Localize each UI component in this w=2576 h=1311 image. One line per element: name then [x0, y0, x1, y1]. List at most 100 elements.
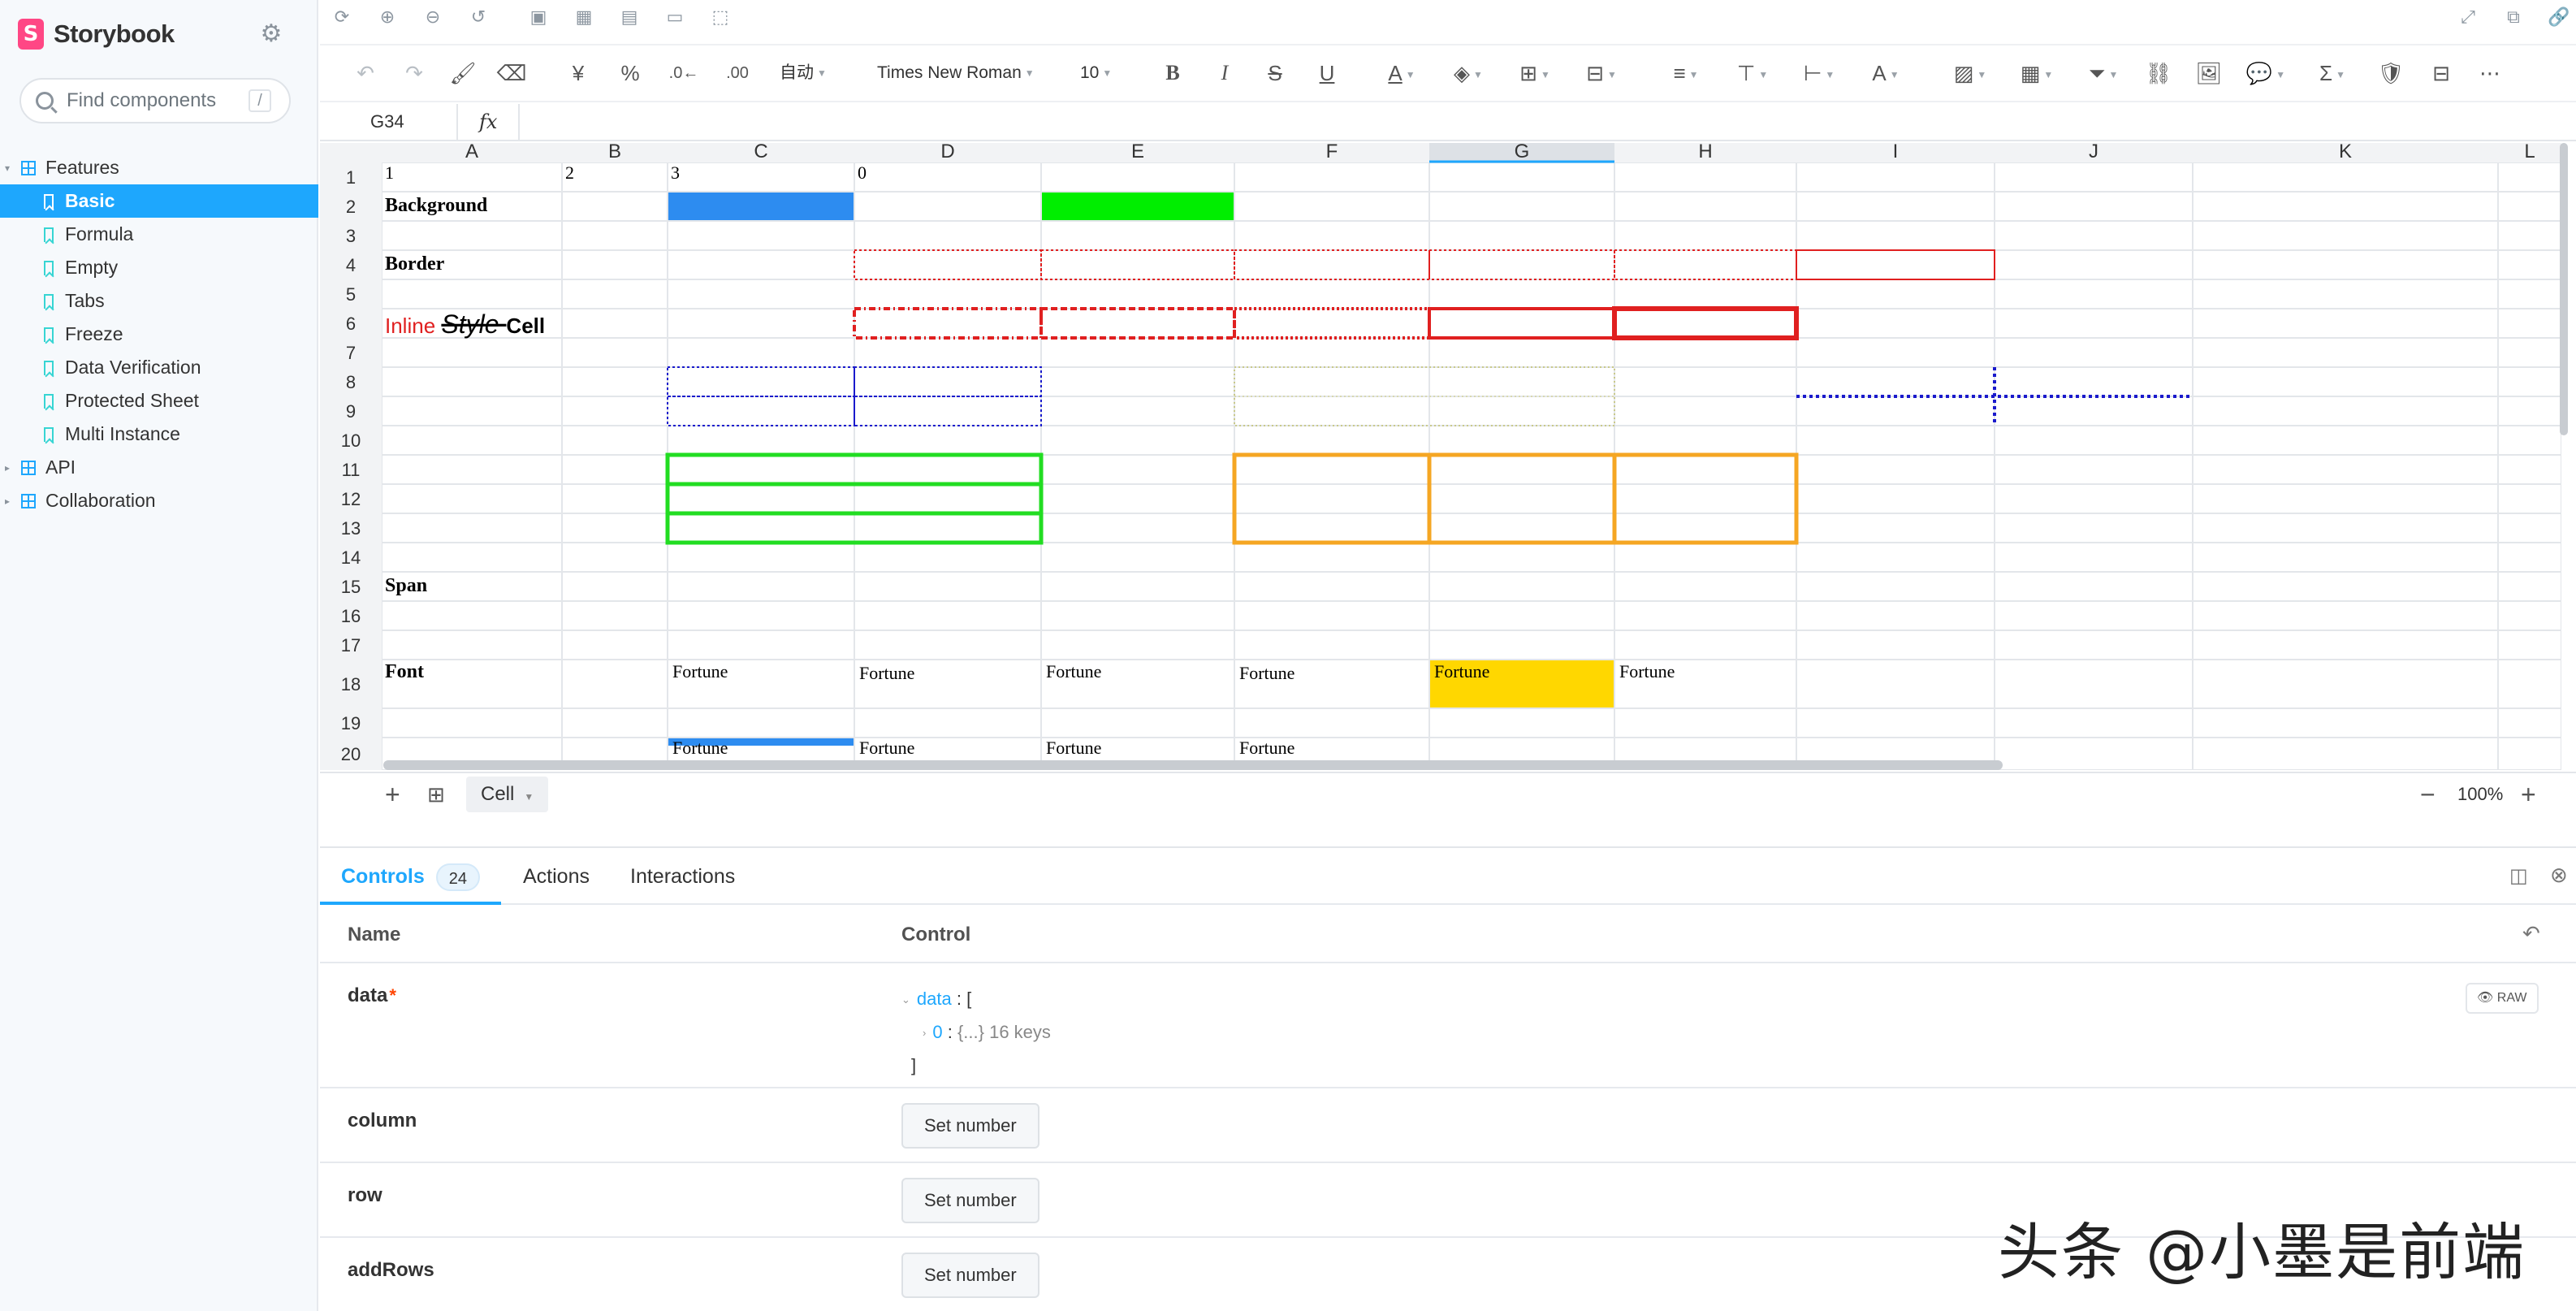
row-header-18[interactable]: 18: [341, 674, 361, 694]
row-header-10[interactable]: 10: [341, 431, 361, 451]
search-input[interactable]: [67, 89, 245, 112]
sidebar-story-item[interactable]: Freeze: [0, 318, 318, 351]
row-header-7[interactable]: 7: [346, 343, 356, 363]
formula-sum-icon[interactable]: Σ ▼: [2308, 55, 2357, 91]
fill-color-icon[interactable]: ◈ ▼: [1444, 55, 1493, 91]
row-header-11[interactable]: 11: [342, 460, 361, 480]
set-number-button[interactable]: Set number: [901, 1253, 1039, 1298]
tab-actions[interactable]: Actions: [523, 848, 590, 905]
font-family-dropdown[interactable]: Times New Roman ▼: [877, 55, 1035, 91]
row-header-6[interactable]: 6: [346, 314, 356, 334]
text-rotate-icon[interactable]: A ▼: [1861, 55, 1910, 91]
zoom-out-icon[interactable]: ⊖: [421, 5, 445, 29]
sheet-tab[interactable]: Cell ▼: [466, 777, 549, 812]
split-column-icon[interactable]: ⊟: [2425, 55, 2457, 91]
sidebar-story-item[interactable]: Empty: [0, 251, 318, 284]
json-editor[interactable]: ⌄ data : [ › 0 : {...} 16 keys ]: [901, 983, 1051, 1082]
json-item-summary[interactable]: {...} 16 keys: [957, 1022, 1051, 1042]
number-format-dropdown[interactable]: 自动 ▼: [780, 55, 827, 91]
all-sheets-icon[interactable]: ⊞: [427, 777, 445, 812]
row-header-20[interactable]: 20: [341, 744, 361, 764]
close-panel-icon[interactable]: ⊗: [2550, 863, 2568, 888]
column-header-j[interactable]: J: [2089, 143, 2098, 162]
panel-orientation-icon[interactable]: ◫: [2509, 864, 2528, 888]
vertical-align-icon[interactable]: ⊤ ▼: [1728, 55, 1777, 91]
sidebar-group-item[interactable]: ▸ Collaboration: [0, 484, 318, 517]
expand-chevron-icon[interactable]: ›: [923, 1027, 926, 1039]
column-header-d[interactable]: D: [940, 143, 954, 162]
format-painter-icon[interactable]: 🖌: [447, 55, 479, 91]
viewport-icon[interactable]: ▤: [617, 5, 642, 29]
copy-link-icon[interactable]: 🔗: [2547, 5, 2571, 29]
grid-icon[interactable]: ▦: [572, 5, 596, 29]
font-color-icon[interactable]: A ▼: [1377, 55, 1426, 91]
sidebar-story-item[interactable]: Data Verification: [0, 351, 318, 384]
chevron-right-icon[interactable]: ▸: [5, 462, 16, 474]
horizontal-scrollbar[interactable]: [383, 760, 2003, 770]
strikethrough-icon[interactable]: S: [1259, 55, 1291, 91]
table-format-icon[interactable]: ▦ ▼: [2012, 55, 2061, 91]
sidebar-group-item[interactable]: ▸ API: [0, 451, 318, 484]
redo-icon[interactable]: ↷: [398, 55, 430, 91]
row-header-3[interactable]: 3: [346, 226, 356, 246]
measure-icon[interactable]: ▭: [663, 5, 687, 29]
row-header-13[interactable]: 13: [341, 518, 361, 539]
zoom-out-button[interactable]: −: [2420, 777, 2436, 812]
italic-icon[interactable]: I: [1208, 55, 1241, 91]
set-number-button[interactable]: Set number: [901, 1178, 1039, 1223]
grid-canvas[interactable]: A B C D E F G H I J K L1234567891011121314151617181…: [320, 143, 2561, 770]
font-size-dropdown[interactable]: 10 ▼: [1080, 55, 1112, 91]
tab-interactions[interactable]: Interactions: [630, 848, 735, 905]
horizontal-align-icon[interactable]: ≡ ▼: [1662, 55, 1710, 91]
column-header-b[interactable]: B: [608, 143, 621, 162]
conditional-format-icon[interactable]: ▨ ▼: [1946, 55, 1995, 91]
currency-format-icon[interactable]: ¥: [562, 55, 594, 91]
decrease-decimal-icon[interactable]: .0←: [668, 55, 700, 91]
cell-reference[interactable]: G34: [320, 104, 458, 140]
zoom-in-icon[interactable]: ⊕: [375, 5, 400, 29]
row-header-1[interactable]: 1: [346, 167, 356, 188]
chevron-right-icon[interactable]: ▸: [5, 495, 16, 507]
increase-decimal-icon[interactable]: .00: [721, 55, 754, 91]
underline-icon[interactable]: U: [1311, 55, 1343, 91]
link-icon[interactable]: ⛓: [2142, 55, 2175, 91]
row-header-19[interactable]: 19: [341, 713, 361, 733]
sidebar-story-item[interactable]: Formula: [0, 218, 318, 251]
chevron-down-icon[interactable]: ▾: [5, 162, 16, 174]
column-header-g[interactable]: G: [1515, 143, 1530, 162]
row-header-4[interactable]: 4: [346, 255, 356, 275]
spreadsheet-grid[interactable]: A B C D E F G H I J K L 1 2 3 4 5 6 7 8 9 10 11 12 13 14 15 16 17 18 1…: [320, 143, 2561, 770]
search-box[interactable]: /: [19, 78, 291, 123]
zoom-reset-icon[interactable]: ↺: [466, 5, 491, 29]
sidebar-story-item[interactable]: Multi Instance: [0, 418, 318, 451]
clear-format-icon[interactable]: ⌫: [495, 55, 528, 91]
add-sheet-icon[interactable]: +: [385, 777, 400, 812]
more-icon[interactable]: ⋯: [2474, 55, 2506, 91]
raw-toggle-button[interactable]: 👁 RAW: [2466, 983, 2539, 1014]
column-header-l[interactable]: L: [2524, 143, 2535, 162]
background-icon[interactable]: ▣: [526, 5, 551, 29]
column-header-a[interactable]: A: [465, 143, 478, 162]
collapse-chevron-icon[interactable]: ⌄: [901, 993, 910, 1006]
open-new-tab-icon[interactable]: ⧉: [2501, 5, 2526, 29]
border-icon[interactable]: ⊞ ▼: [1511, 55, 1559, 91]
column-header-e[interactable]: E: [1131, 143, 1144, 162]
row-header-5[interactable]: 5: [346, 284, 356, 305]
column-header-f[interactable]: F: [1326, 143, 1338, 162]
column-header-c[interactable]: C: [754, 143, 767, 162]
sidebar-group-item[interactable]: ▾ Features: [0, 151, 318, 184]
vertical-scrollbar[interactable]: [2560, 143, 2568, 435]
row-header-17[interactable]: 17: [341, 635, 361, 656]
settings-gear-icon[interactable]: ⚙: [258, 21, 284, 47]
merge-cells-icon[interactable]: ⊟ ▼: [1577, 55, 1626, 91]
row-header-2[interactable]: 2: [346, 197, 356, 217]
bold-icon[interactable]: B: [1156, 55, 1189, 91]
outline-icon[interactable]: ⬚: [708, 5, 733, 29]
row-header-15[interactable]: 15: [341, 577, 361, 597]
filter-icon[interactable]: ⏷ ▼: [2079, 55, 2128, 91]
sidebar-story-item[interactable]: Protected Sheet: [0, 384, 318, 418]
row-header-8[interactable]: 8: [346, 372, 356, 392]
text-wrap-icon[interactable]: ⊢ ▼: [1795, 55, 1843, 91]
reset-controls-icon[interactable]: ↶: [2522, 921, 2540, 946]
set-number-button[interactable]: Set number: [901, 1103, 1039, 1149]
